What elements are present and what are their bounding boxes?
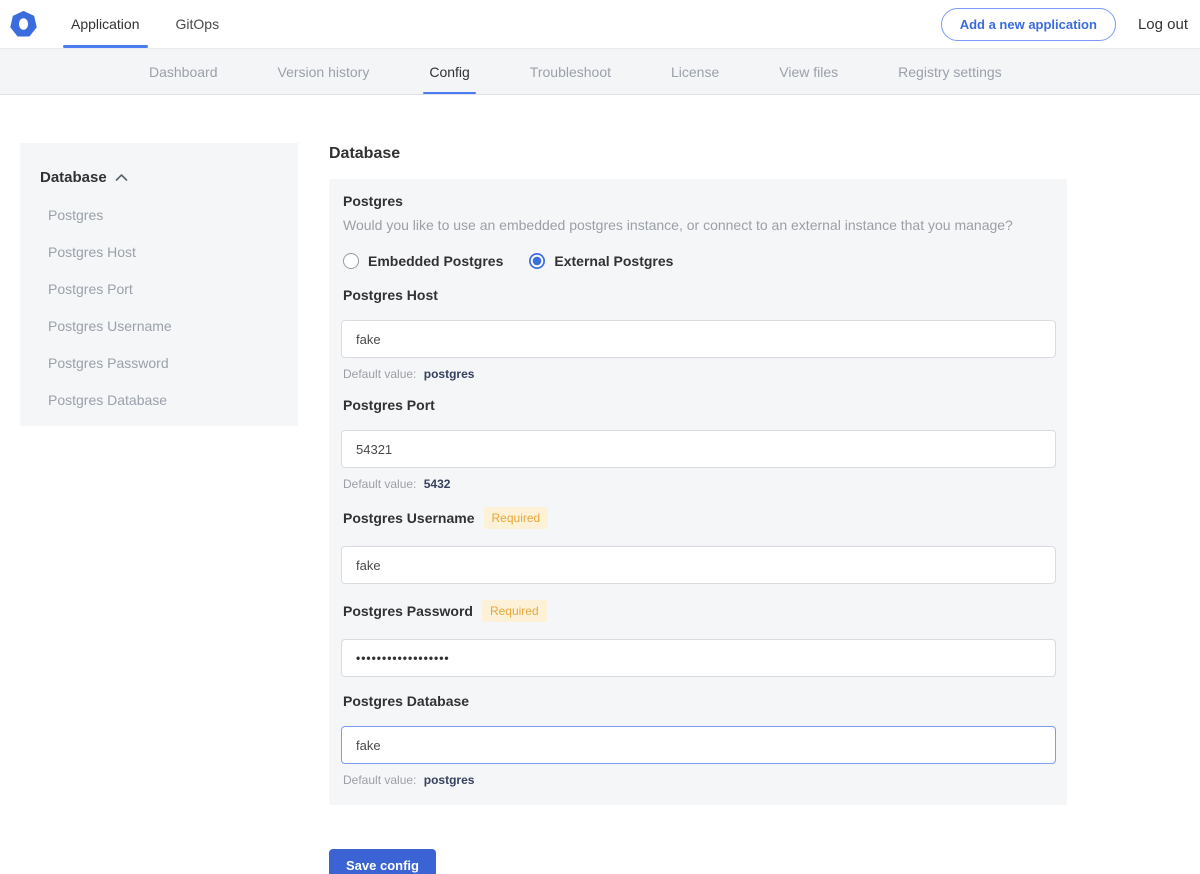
section-title: Database bbox=[329, 145, 1067, 163]
subnav-config-label: Config bbox=[429, 64, 469, 80]
postgres-username-input[interactable] bbox=[341, 546, 1056, 584]
subnav-dashboard-label: Dashboard bbox=[149, 64, 218, 80]
add-new-application-button[interactable]: Add a new application bbox=[941, 8, 1116, 41]
subnav-view-files-label: View files bbox=[779, 64, 838, 80]
app-subnav: Dashboard Version history Config Trouble… bbox=[0, 48, 1200, 95]
field-postgres-password: Postgres Password Required bbox=[341, 600, 1056, 677]
postgres-username-label: Postgres Username bbox=[343, 510, 475, 526]
postgres-host-label: Postgres Host bbox=[343, 287, 438, 303]
postgres-mode-radio-group: Embedded Postgres External Postgres bbox=[343, 253, 1056, 269]
radio-embedded-postgres-label: Embedded Postgres bbox=[368, 253, 503, 269]
sidebar-group-database[interactable]: Database bbox=[40, 169, 278, 186]
postgres-database-default: Default value: postgres bbox=[343, 773, 1056, 787]
subnav-item-view-files[interactable]: View files bbox=[779, 49, 838, 94]
field-postgres-database: Postgres Database Default value: postgre… bbox=[341, 693, 1056, 787]
sidebar-item-postgres-host[interactable]: Postgres Host bbox=[48, 244, 278, 260]
save-config-button[interactable]: Save config bbox=[329, 849, 436, 874]
database-config-card: Postgres Would you like to use an embedd… bbox=[329, 179, 1067, 805]
postgres-group-label: Postgres bbox=[343, 193, 1056, 209]
radio-embedded-postgres[interactable]: Embedded Postgres bbox=[343, 253, 503, 269]
default-value-label: Default value: bbox=[343, 477, 416, 491]
default-value-label: Default value: bbox=[343, 773, 416, 787]
field-postgres-port: Postgres Port Default value: 5432 bbox=[341, 397, 1056, 491]
subnav-item-license[interactable]: License bbox=[671, 49, 719, 94]
postgres-port-default: Default value: 5432 bbox=[343, 477, 1056, 491]
admin-console-page: Application GitOps Add a new application… bbox=[0, 0, 1200, 874]
radio-external-postgres-label: External Postgres bbox=[554, 253, 673, 269]
required-badge: Required bbox=[484, 507, 549, 529]
subnav-item-version-history[interactable]: Version history bbox=[278, 49, 370, 94]
sidebar-item-postgres-port[interactable]: Postgres Port bbox=[48, 281, 278, 297]
subnav-item-dashboard[interactable]: Dashboard bbox=[149, 49, 218, 94]
postgres-port-label: Postgres Port bbox=[343, 397, 435, 413]
postgres-database-input[interactable] bbox=[341, 726, 1056, 764]
sidebar-group-label: Database bbox=[40, 169, 107, 186]
default-value-text: postgres bbox=[424, 773, 475, 787]
radio-external-postgres[interactable]: External Postgres bbox=[529, 253, 673, 269]
config-sidebar: Database Postgres Postgres Host Postgres… bbox=[20, 143, 298, 426]
postgres-host-default: Default value: postgres bbox=[343, 367, 1056, 381]
app-logo-icon bbox=[10, 11, 37, 38]
sidebar-item-postgres-password[interactable]: Postgres Password bbox=[48, 355, 278, 371]
content-area: Database Postgres Postgres Host Postgres… bbox=[0, 95, 1200, 874]
radio-checked-icon[interactable] bbox=[529, 253, 545, 269]
default-value-text: 5432 bbox=[424, 477, 451, 491]
logout-button[interactable]: Log out bbox=[1138, 16, 1188, 33]
subnav-license-label: License bbox=[671, 64, 719, 80]
subnav-version-history-label: Version history bbox=[278, 64, 370, 80]
chevron-up-icon[interactable] bbox=[115, 173, 128, 182]
postgres-host-label-row: Postgres Host bbox=[343, 287, 1056, 303]
field-postgres-host: Postgres Host Default value: postgres bbox=[341, 287, 1056, 381]
postgres-password-label-row: Postgres Password Required bbox=[343, 600, 1056, 622]
tab-application[interactable]: Application bbox=[67, 0, 144, 48]
sidebar-item-postgres[interactable]: Postgres bbox=[48, 207, 278, 223]
subnav-item-registry-settings[interactable]: Registry settings bbox=[898, 49, 1001, 94]
postgres-database-label-row: Postgres Database bbox=[343, 693, 1056, 709]
subnav-registry-settings-label: Registry settings bbox=[898, 64, 1001, 80]
postgres-port-input[interactable] bbox=[341, 430, 1056, 468]
radio-unchecked-icon[interactable] bbox=[343, 253, 359, 269]
postgres-port-label-row: Postgres Port bbox=[343, 397, 1056, 413]
tab-gitops[interactable]: GitOps bbox=[172, 0, 224, 48]
required-badge: Required bbox=[482, 600, 547, 622]
postgres-username-label-row: Postgres Username Required bbox=[343, 507, 1056, 529]
postgres-password-label: Postgres Password bbox=[343, 603, 473, 619]
topbar: Application GitOps Add a new application… bbox=[0, 0, 1200, 48]
postgres-host-input[interactable] bbox=[341, 320, 1056, 358]
subnav-troubleshoot-label: Troubleshoot bbox=[530, 64, 611, 80]
subnav-item-troubleshoot[interactable]: Troubleshoot bbox=[530, 49, 611, 94]
subnav-item-config[interactable]: Config bbox=[429, 49, 469, 94]
default-value-text: postgres bbox=[424, 367, 475, 381]
sidebar-item-postgres-username[interactable]: Postgres Username bbox=[48, 318, 278, 334]
sidebar-item-postgres-database[interactable]: Postgres Database bbox=[48, 392, 278, 408]
field-postgres-username: Postgres Username Required bbox=[341, 507, 1056, 584]
postgres-password-input[interactable] bbox=[341, 639, 1056, 677]
tab-gitops-label: GitOps bbox=[176, 16, 220, 32]
config-main: Database Postgres Would you like to use … bbox=[329, 145, 1067, 874]
postgres-help-text: Would you like to use an embedded postgr… bbox=[343, 217, 1056, 233]
default-value-label: Default value: bbox=[343, 367, 416, 381]
postgres-database-label: Postgres Database bbox=[343, 693, 469, 709]
tab-application-label: Application bbox=[71, 16, 140, 32]
topbar-tabs: Application GitOps bbox=[67, 0, 251, 48]
